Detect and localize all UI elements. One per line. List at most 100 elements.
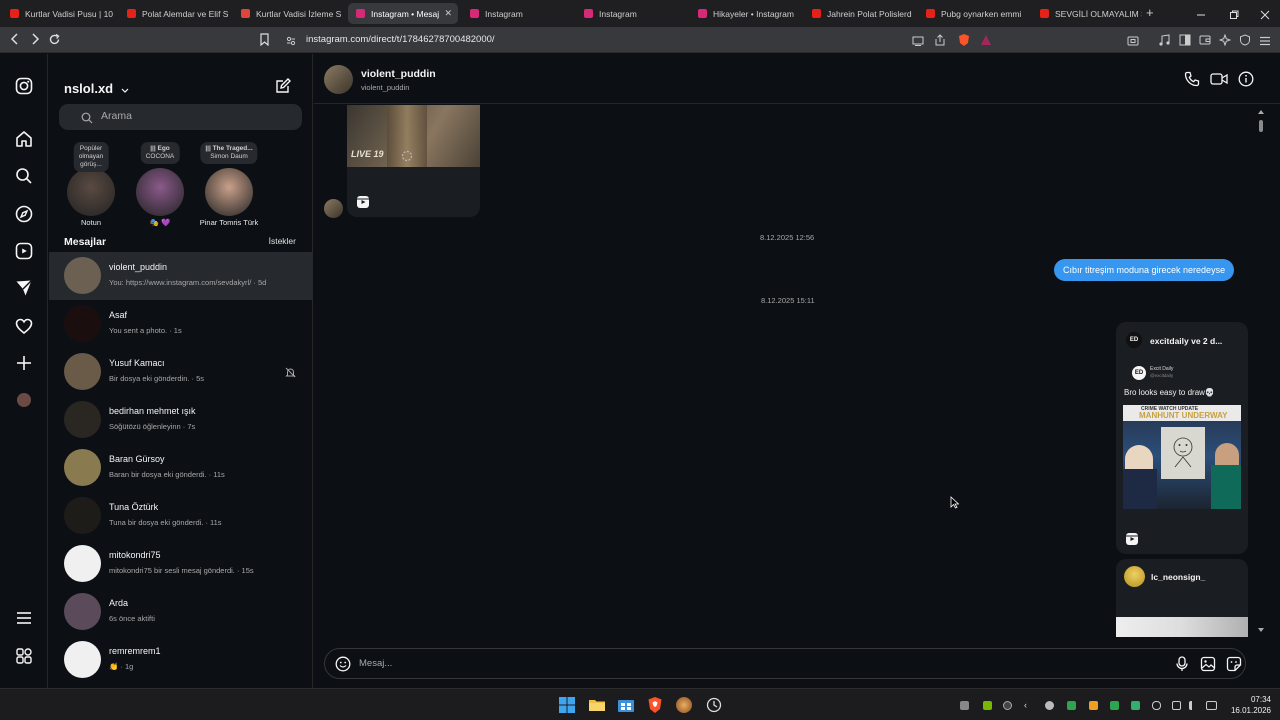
media-icon[interactable] bbox=[1158, 34, 1170, 48]
image-icon[interactable] bbox=[1200, 656, 1216, 677]
site-info-icon[interactable] bbox=[286, 35, 296, 48]
tray-mic-icon[interactable] bbox=[1152, 701, 1161, 710]
message-composer[interactable]: Mesaj... bbox=[324, 648, 1246, 679]
account-switcher[interactable]: nslol.xd bbox=[64, 81, 129, 97]
browser-tab[interactable]: Kurtlar Vadisi İzleme S bbox=[233, 3, 343, 24]
conversation-item[interactable]: violent_puddin You: https://www.instagram… bbox=[49, 252, 313, 300]
requests-link[interactable]: İstekler bbox=[269, 236, 296, 246]
close-window-icon[interactable] bbox=[1260, 7, 1270, 20]
browser-tab[interactable]: Polat Alemdar ve Elif S bbox=[119, 3, 229, 24]
store-icon[interactable] bbox=[618, 697, 634, 713]
sticker-icon[interactable] bbox=[1226, 656, 1242, 677]
chat-display-name[interactable]: violent_puddin bbox=[361, 68, 436, 80]
chat-scrollbar[interactable] bbox=[1258, 106, 1264, 636]
home-icon[interactable] bbox=[14, 129, 34, 149]
browser-tab[interactable]: Instagram bbox=[462, 3, 572, 24]
browser-tab[interactable]: Pubg oynarken emmi bbox=[918, 3, 1028, 24]
tray-app-icon[interactable] bbox=[960, 701, 969, 710]
menu-icon[interactable] bbox=[1259, 35, 1271, 48]
shared-reel-card[interactable]: LIVE 19 bbox=[347, 105, 480, 217]
tray-nvidia-icon[interactable] bbox=[983, 701, 992, 710]
messages-icon[interactable] bbox=[14, 278, 34, 298]
conversation-item[interactable]: Asaf You sent a photo. · 1s bbox=[49, 300, 313, 348]
network-icon[interactable] bbox=[1172, 701, 1181, 710]
restore-icon[interactable] bbox=[1229, 7, 1239, 19]
notifications-icon[interactable] bbox=[14, 316, 34, 336]
conversation-item[interactable]: bedirhan mehmet ışık Söğütözü öğlenleyinn… bbox=[49, 396, 313, 444]
browser-tab[interactable]: Instagram • Mesaj ✕ bbox=[348, 3, 458, 24]
more-menu-icon[interactable] bbox=[14, 608, 34, 628]
tray-chevron-icon[interactable]: ‹ bbox=[1024, 701, 1033, 710]
avatar bbox=[64, 641, 101, 678]
shared-post-card[interactable]: lc_neonsign_ bbox=[1116, 559, 1248, 637]
emoji-icon[interactable] bbox=[335, 656, 351, 677]
bookmark-icon[interactable] bbox=[259, 33, 270, 48]
also-from-meta-icon[interactable] bbox=[14, 646, 34, 666]
battery-icon[interactable] bbox=[1206, 701, 1217, 710]
leo-ai-icon[interactable] bbox=[1218, 33, 1232, 48]
forward-icon[interactable] bbox=[30, 33, 40, 47]
share-icon[interactable] bbox=[934, 34, 946, 48]
tray-app-icon[interactable] bbox=[1110, 701, 1119, 710]
phone-icon[interactable] bbox=[1184, 71, 1200, 92]
back-icon[interactable] bbox=[10, 33, 20, 47]
video-call-icon[interactable] bbox=[1210, 71, 1228, 92]
sent-message-bubble[interactable]: Cıbır titreşim moduna girecek neredeyse bbox=[1054, 259, 1235, 281]
browser-tab[interactable]: SEVGİLİ OLMAYALIM Ş bbox=[1032, 3, 1142, 24]
conversation-info-icon[interactable] bbox=[1238, 71, 1254, 92]
tray-app-icon[interactable] bbox=[1045, 701, 1054, 710]
start-menu-icon[interactable] bbox=[559, 697, 575, 713]
clock-app-icon[interactable] bbox=[706, 697, 722, 713]
search-icon bbox=[81, 111, 93, 129]
conversation-preview: Tuna bir dosya eki gönderdi. · 11s bbox=[109, 518, 222, 527]
tray-app-icon[interactable] bbox=[1089, 701, 1098, 710]
explore-icon[interactable] bbox=[14, 204, 34, 224]
tray-steam-icon[interactable] bbox=[1003, 701, 1012, 710]
reels-icon[interactable] bbox=[14, 241, 34, 261]
conversation-item[interactable]: remremrem1 👏 · 1g bbox=[49, 636, 313, 684]
wallet-icon[interactable] bbox=[1199, 34, 1211, 48]
reload-icon[interactable] bbox=[48, 33, 61, 48]
conversation-item[interactable]: Yusuf Kamacı Bir dosya eki gönderdin. · 5… bbox=[49, 348, 313, 396]
close-tab-icon[interactable]: ✕ bbox=[444, 8, 452, 19]
conversation-item[interactable]: Tuna Öztürk Tuna bir dosya eki gönderdi. … bbox=[49, 492, 313, 540]
clock-time[interactable]: 07:34 bbox=[1221, 695, 1271, 704]
search-input[interactable]: Arama bbox=[59, 104, 302, 130]
conversation-item[interactable]: Baran Gürsoy Baran bir dosya eki gönderdi… bbox=[49, 444, 313, 492]
brave-shield-icon[interactable] bbox=[958, 33, 970, 49]
brave-browser-icon[interactable] bbox=[647, 697, 663, 713]
search-icon[interactable] bbox=[14, 166, 34, 186]
clock-date[interactable]: 16.01.2026 bbox=[1221, 706, 1271, 715]
minimize-icon[interactable] bbox=[1196, 7, 1206, 17]
screenshot-icon[interactable] bbox=[1127, 35, 1139, 48]
instagram-logo-icon[interactable] bbox=[14, 76, 34, 96]
microphone-icon[interactable] bbox=[1175, 656, 1189, 677]
browser-tab[interactable]: Kurtlar Vadisi Pusu | 10 bbox=[2, 3, 114, 24]
tab-favicon-icon bbox=[356, 9, 365, 18]
cast-icon[interactable] bbox=[912, 35, 924, 48]
browser-tab[interactable]: Hikayeler • Instagram bbox=[690, 3, 800, 24]
brave-rewards-icon[interactable] bbox=[980, 34, 992, 48]
tab-label: Instagram bbox=[599, 8, 637, 19]
browser-tab[interactable]: Instagram bbox=[576, 3, 686, 24]
browser-tab[interactable]: Jahrein Polat Polislerd bbox=[804, 3, 914, 24]
conversation-item[interactable]: mitokondri75 mitokondri75 bir sesli mesaj… bbox=[49, 540, 313, 588]
file-explorer-icon[interactable] bbox=[589, 697, 605, 713]
game-app-icon[interactable] bbox=[676, 697, 692, 713]
create-icon[interactable] bbox=[14, 353, 34, 373]
sender-avatar[interactable] bbox=[324, 199, 343, 218]
volume-icon[interactable] bbox=[1189, 701, 1198, 710]
shared-post-card[interactable]: ED excitdaily ve 2 d... ED Excit Daily @… bbox=[1116, 322, 1248, 554]
vpn-icon[interactable] bbox=[1239, 34, 1251, 48]
new-message-icon[interactable] bbox=[275, 78, 291, 94]
message-input[interactable]: Mesaj... bbox=[359, 658, 392, 669]
sidebar-toggle-icon[interactable] bbox=[1179, 34, 1191, 48]
tray-app-icon[interactable] bbox=[1131, 701, 1140, 710]
tray-app-icon[interactable] bbox=[1067, 701, 1076, 710]
new-tab-button[interactable]: + bbox=[1146, 5, 1154, 20]
profile-avatar[interactable] bbox=[14, 390, 34, 410]
chat-avatar[interactable] bbox=[324, 65, 353, 94]
url-text[interactable]: instagram.com/direct/t/17846278700482000… bbox=[306, 34, 495, 45]
conversation-item[interactable]: Arda 6s önce aktifti bbox=[49, 588, 313, 636]
tab-label: Kurtlar Vadisi Pusu | 10 bbox=[25, 8, 114, 19]
